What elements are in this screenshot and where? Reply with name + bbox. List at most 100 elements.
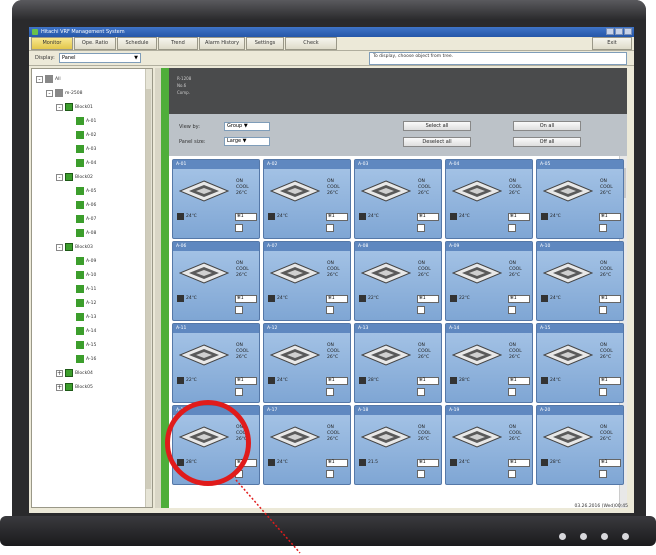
view-by-select[interactable]: Group ▼ [224, 122, 270, 131]
tree-node-unit[interactable]: A-07 [76, 215, 96, 223]
tree-node-unit[interactable]: A-04 [76, 159, 96, 167]
menu-button-trend[interactable]: Trend [158, 37, 198, 50]
collapse-icon[interactable]: - [56, 173, 63, 181]
unit-tile[interactable]: A-09 ON COOL 26°C 22℃ ✻1 [445, 241, 533, 321]
unit-tile[interactable]: A-01 ON COOL 26°C 24℃ ✻1 [172, 159, 260, 239]
tree-node-site[interactable]: - m-2508 [46, 89, 82, 97]
tree-node-unit[interactable]: A-09 [76, 257, 96, 265]
deselect-all-button[interactable]: Deselect all [403, 137, 471, 147]
fan-speed[interactable]: ✻1 [599, 295, 621, 303]
fan-speed[interactable]: ✻1 [417, 459, 439, 467]
unit-tile[interactable]: A-18 ON COOL 26°C 21.5 ✻1 [354, 405, 442, 485]
tree-scrollbar[interactable] [145, 69, 152, 507]
fan-speed[interactable]: ✻1 [235, 377, 257, 385]
fan-speed[interactable]: ✻1 [417, 213, 439, 221]
collapse-icon[interactable]: - [56, 243, 63, 251]
tree-node-group[interactable]: + Block04 [56, 369, 93, 377]
tree-node-unit[interactable]: A-11 [76, 285, 96, 293]
monitor-button[interactable] [601, 533, 608, 540]
tree-node-group[interactable]: - Block03 [56, 243, 93, 251]
fan-speed[interactable]: ✻1 [508, 377, 530, 385]
fan-speed[interactable]: ✻1 [235, 213, 257, 221]
fan-speed[interactable]: ✻1 [508, 213, 530, 221]
tree-node-unit[interactable]: A-08 [76, 229, 96, 237]
tree-node-root[interactable]: - All [36, 75, 61, 83]
unit-tile[interactable]: A-07 ON COOL 26°C 24℃ ✻1 [263, 241, 351, 321]
display-select[interactable]: Panel ▼ [59, 53, 141, 63]
collapse-icon[interactable]: - [36, 75, 43, 83]
object-tree[interactable]: - All - m-2508 - Block01 A-01 A-02 A-03 A-04 - Bloc… [31, 68, 153, 508]
maximize-icon[interactable] [615, 28, 623, 35]
fan-speed[interactable]: ✻1 [599, 377, 621, 385]
tree-node-unit[interactable]: A-13 [76, 313, 96, 321]
monitor-button[interactable] [580, 533, 587, 540]
unit-status: ON COOL 26°C [327, 179, 340, 197]
thermometer-icon [541, 377, 548, 384]
tree-node-unit[interactable]: A-14 [76, 327, 96, 335]
fan-speed-value: 1 [331, 296, 335, 301]
fan-speed[interactable]: ✻1 [417, 377, 439, 385]
cassette-unit-icon [269, 426, 321, 448]
view-by-label: View by: [179, 124, 200, 130]
expand-icon[interactable]: + [56, 383, 63, 391]
menu-button-ope-ratio[interactable]: Ope. Ratio [74, 37, 116, 50]
menu-button-check[interactable]: Check [285, 37, 337, 50]
close-icon[interactable] [624, 28, 632, 35]
unit-tile[interactable]: A-19 ON COOL 26°C 24℃ ✻1 [445, 405, 533, 485]
fan-speed[interactable]: ✻1 [508, 295, 530, 303]
off-all-button[interactable]: Off all [513, 137, 581, 147]
unit-tile[interactable]: A-05 ON COOL 26°C 24℃ ✻1 [536, 159, 624, 239]
unit-tile[interactable]: A-15 ON COOL 26°C 24℃ ✻1 [536, 323, 624, 403]
unit-tile[interactable]: A-03 ON COOL 26°C 24℃ ✻1 [354, 159, 442, 239]
panel-size-select[interactable]: Large ▼ [224, 137, 270, 146]
fan-speed[interactable]: ✻1 [508, 459, 530, 467]
unit-tile[interactable]: A-04 ON COOL 26°C 24℃ ✻1 [445, 159, 533, 239]
tree-node-unit[interactable]: A-15 [76, 341, 96, 349]
fan-speed[interactable]: ✻1 [235, 295, 257, 303]
menu-button-monitor[interactable]: Monitor [31, 37, 73, 50]
unit-tile[interactable]: A-08 ON COOL 26°C 22℃ ✻1 [354, 241, 442, 321]
fan-speed-value: 1 [331, 460, 335, 465]
tree-node-unit[interactable]: A-01 [76, 117, 96, 125]
tree-node-group[interactable]: - Block01 [56, 103, 93, 111]
menu-button-alarm-history[interactable]: Alarm History [199, 37, 245, 50]
tree-node-unit[interactable]: A-12 [76, 299, 96, 307]
fan-speed[interactable]: ✻1 [599, 459, 621, 467]
tree-node-group[interactable]: + Block05 [56, 383, 93, 391]
unit-tile[interactable]: A-11 ON COOL 26°C 22℃ ✻1 [172, 323, 260, 403]
power-button[interactable] [622, 533, 629, 540]
tree-node-unit[interactable]: A-16 [76, 355, 96, 363]
menu-button-exit[interactable]: Exit [592, 37, 632, 50]
tree-scroll-thumb[interactable] [146, 89, 151, 489]
collapse-icon[interactable]: - [46, 89, 53, 97]
fan-speed[interactable]: ✻1 [326, 459, 348, 467]
fan-speed[interactable]: ✻1 [417, 295, 439, 303]
tree-node-unit[interactable]: A-03 [76, 145, 96, 153]
on-all-button[interactable]: On all [513, 121, 581, 131]
unit-tile[interactable]: A-06 ON COOL 26°C 24℃ ✻1 [172, 241, 260, 321]
tree-node-group[interactable]: - Block02 [56, 173, 93, 181]
unit-tile[interactable]: A-14 ON COOL 26°C 28℃ ✻1 [445, 323, 533, 403]
fan-speed[interactable]: ✻1 [599, 213, 621, 221]
unit-tile[interactable]: A-12 ON COOL 26°C 24℃ ✻1 [263, 323, 351, 403]
collapse-icon[interactable]: - [56, 103, 63, 111]
unit-tile[interactable]: A-02 ON COOL 26°C 24℃ ✻1 [263, 159, 351, 239]
select-all-button[interactable]: Select all [403, 121, 471, 131]
tree-node-unit[interactable]: A-02 [76, 131, 96, 139]
group-icon [65, 103, 73, 111]
unit-tile[interactable]: A-20 ON COOL 26°C 28℃ ✻1 [536, 405, 624, 485]
menu-button-settings[interactable]: Settings [246, 37, 284, 50]
tree-node-unit[interactable]: A-06 [76, 201, 96, 209]
monitor-button[interactable] [559, 533, 566, 540]
unit-tile[interactable]: A-17 ON COOL 26°C 24℃ ✻1 [263, 405, 351, 485]
menu-button-schedule[interactable]: Schedule [117, 37, 157, 50]
expand-icon[interactable]: + [56, 369, 63, 377]
tree-node-unit[interactable]: A-05 [76, 187, 96, 195]
fan-speed[interactable]: ✻1 [326, 213, 348, 221]
minimize-icon[interactable] [606, 28, 614, 35]
fan-speed[interactable]: ✻1 [326, 295, 348, 303]
unit-tile[interactable]: A-10 ON COOL 26°C 24℃ ✻1 [536, 241, 624, 321]
fan-speed[interactable]: ✻1 [326, 377, 348, 385]
tree-node-unit[interactable]: A-10 [76, 271, 96, 279]
unit-tile[interactable]: A-13 ON COOL 26°C 28℃ ✻1 [354, 323, 442, 403]
